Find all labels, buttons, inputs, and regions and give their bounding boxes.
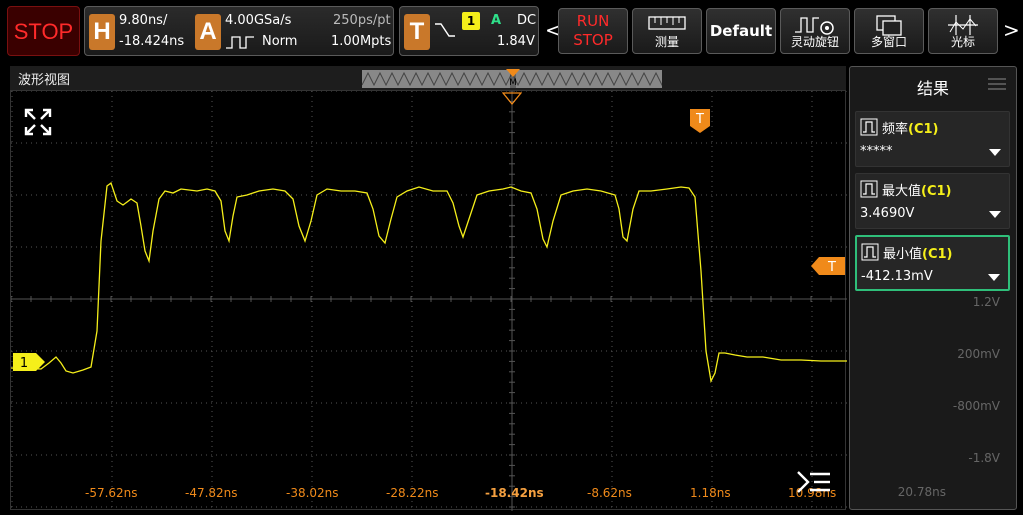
multi-window-button[interactable]: 多窗口 — [854, 8, 924, 54]
sample-rate: 4.00GSa/s — [225, 13, 292, 28]
acquire-mode: Norm — [262, 34, 298, 49]
measure-label: 测量 — [654, 35, 679, 49]
measure-type-icon — [860, 118, 878, 136]
timebase-value: 9.80ns/ — [119, 13, 168, 28]
trigger-level: 1.84V — [497, 34, 535, 49]
trigger-coupling: DC — [517, 13, 537, 28]
run-state-label: STOP — [13, 19, 74, 44]
trigger-time-marker[interactable]: T — [689, 108, 711, 138]
time-axis-label: -8.62ns — [587, 486, 632, 500]
channel1-offset-marker[interactable]: 1 — [12, 352, 46, 376]
measurement-dropdown-icon[interactable] — [989, 149, 1001, 156]
measure-type-icon — [861, 243, 879, 261]
measurement-value: 3.4690V — [860, 206, 915, 221]
time-axis-label: 1.18ns — [690, 486, 731, 500]
waveform-plot[interactable] — [10, 90, 847, 511]
ruler-icon — [648, 16, 686, 30]
run-state-indicator[interactable]: STOP — [7, 6, 80, 56]
time-axis-label: -18.42ns — [485, 486, 544, 500]
results-menu-icon[interactable] — [988, 77, 1006, 91]
cursor-button[interactable]: 光标 — [928, 8, 998, 54]
stop-label: STOP — [573, 31, 613, 49]
acquire-letter: A — [195, 14, 221, 50]
run-stop-button[interactable]: RUN STOP — [558, 8, 628, 54]
time-axis-label: -47.82ns — [185, 486, 238, 500]
trigger-position-icon[interactable]: M — [503, 68, 523, 88]
trigger-level-marker[interactable]: T — [810, 256, 846, 280]
trigger-panel[interactable]: T 1 A DC 1.84V — [399, 6, 539, 56]
volt-scale-label: 20.78ns — [897, 485, 946, 499]
waveform-view-title: 波形视图 — [18, 73, 71, 88]
smart-knob-button[interactable]: 灵动旋钮 — [780, 8, 850, 54]
svg-text:T: T — [695, 112, 704, 127]
trigger-source-badge: 1 — [462, 12, 480, 30]
measurement-dropdown-icon[interactable] — [989, 211, 1001, 218]
menu-expand-icon[interactable] — [796, 470, 832, 494]
horizontal-offset: -18.424ns — [119, 34, 185, 49]
time-per-point: 250ps/pt — [333, 13, 391, 28]
volt-scale-label: -800mV — [952, 399, 1000, 413]
fullscreen-icon[interactable] — [24, 108, 52, 136]
pulse-mode-icon — [226, 36, 254, 49]
measurement-value: -412.13mV — [861, 269, 933, 284]
measure-button[interactable]: 测量 — [632, 8, 702, 54]
svg-text:1: 1 — [20, 356, 28, 371]
time-axis-label: -28.22ns — [386, 486, 439, 500]
measurement-item[interactable]: 最小值(C1) -412.13mV — [855, 235, 1010, 291]
measure-type-icon — [860, 180, 878, 198]
waveform-grid — [11, 91, 847, 511]
volt-scale-label: 200mV — [957, 347, 1000, 361]
results-panel: 结果 4.2V3.2V2.2V1.2V200mV-800mV-1.8V20.78… — [849, 66, 1017, 510]
trigger-delay-marker — [502, 92, 522, 106]
horizontal-acquire-panel[interactable]: H 9.80ns/ -18.424ns A 4.00GSa/s Norm 250… — [84, 6, 394, 56]
default-button[interactable]: Default — [706, 8, 776, 54]
top-toolbar: STOP H 9.80ns/ -18.424ns A 4.00GSa/s Nor… — [0, 0, 1023, 62]
toolbar-scroll-right[interactable]: > — [1003, 18, 1020, 42]
measurement-dropdown-icon[interactable] — [988, 274, 1000, 281]
cursor-label: 光标 — [950, 35, 975, 49]
measurement-name: 最大值(C1) — [882, 184, 952, 199]
measurement-item[interactable]: 最大值(C1) 3.4690V — [855, 173, 1010, 229]
measurement-name: 频率(C1) — [882, 122, 939, 137]
measurement-value: ***** — [860, 144, 893, 159]
smart-knob-label: 灵动旋钮 — [790, 35, 839, 49]
default-label: Default — [709, 22, 773, 40]
run-label: RUN — [576, 12, 610, 30]
trigger-coupling-a: A — [491, 13, 502, 28]
svg-text:T: T — [827, 260, 836, 275]
measurement-name: 最小值(C1) — [883, 247, 953, 262]
time-axis-label: -57.62ns — [85, 486, 138, 500]
volt-scale-label: -1.8V — [968, 451, 1000, 465]
measurement-item[interactable]: 频率(C1) ***** — [855, 111, 1010, 167]
horizontal-letter: H — [89, 14, 115, 50]
memory-depth: 1.00Mpts — [331, 34, 392, 49]
svg-text:M: M — [509, 78, 517, 88]
multi-window-label: 多窗口 — [870, 35, 907, 49]
rising-edge-icon — [435, 23, 455, 37]
trigger-letter: T — [404, 14, 430, 50]
time-axis-label: -38.02ns — [286, 486, 339, 500]
volt-scale-label: 1.2V — [972, 295, 1000, 309]
